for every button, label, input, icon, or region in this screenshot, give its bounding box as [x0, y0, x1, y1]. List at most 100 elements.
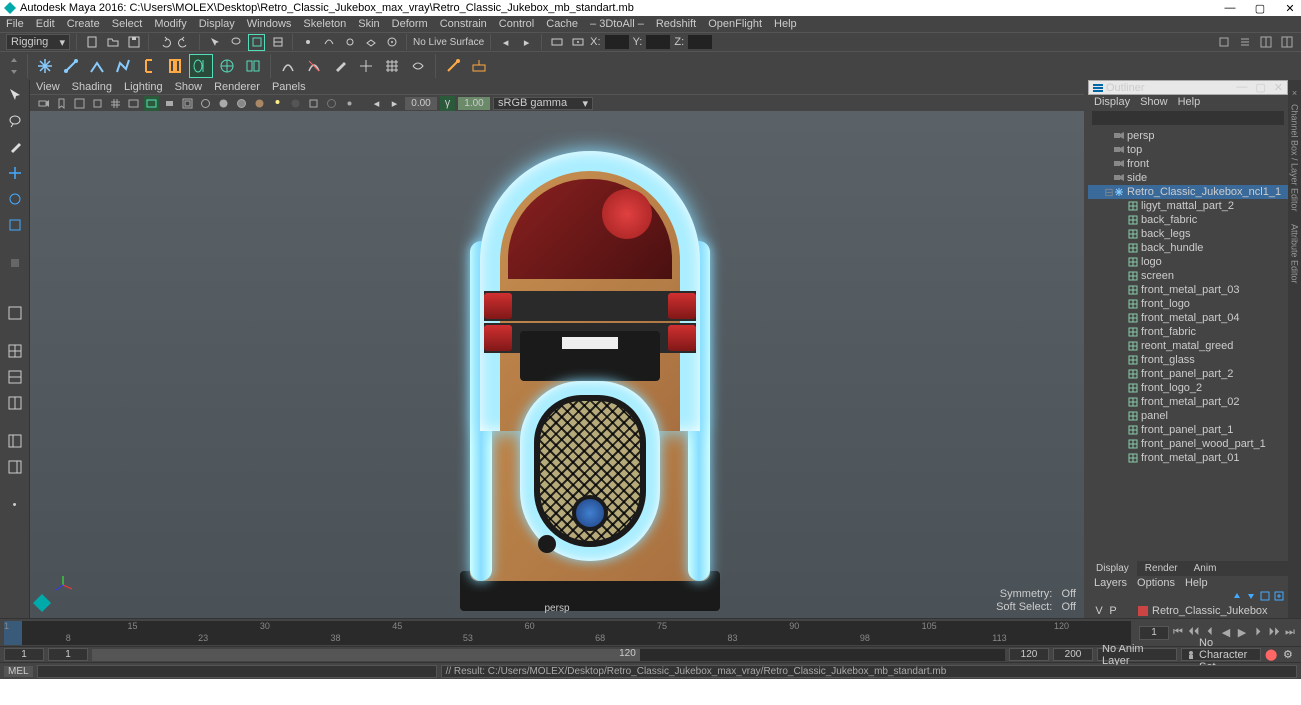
layer-vis-col[interactable]: V	[1092, 605, 1106, 617]
layer-tab-anim[interactable]: Anim	[1186, 561, 1225, 576]
vp-xray-icon[interactable]	[324, 96, 339, 111]
select-mode-icon[interactable]	[206, 34, 223, 51]
outliner-item[interactable]: front_logo_2	[1088, 381, 1288, 395]
outliner-item[interactable]: front_metal_part_01	[1088, 451, 1288, 465]
menu-windows[interactable]: Windows	[247, 18, 292, 30]
vp-expose-icon[interactable]: ◂	[369, 96, 384, 111]
outliner-item[interactable]: front_panel_part_1	[1088, 423, 1288, 437]
outliner-item[interactable]: top	[1088, 143, 1288, 157]
viewport-persp[interactable]: persp Symmetry: Off Soft Select: Off	[30, 111, 1084, 618]
command-input[interactable]	[37, 665, 437, 678]
outliner-item[interactable]: persp	[1088, 129, 1288, 143]
snap-grid-icon[interactable]	[299, 34, 316, 51]
layer-menu-help[interactable]: Help	[1185, 577, 1208, 589]
outliner-item[interactable]: front_metal_part_03	[1088, 283, 1288, 297]
vp-2d-icon[interactable]	[90, 96, 105, 111]
layer-menu-options[interactable]: Options	[1137, 577, 1175, 589]
outliner-menu-display[interactable]: Display	[1094, 96, 1130, 108]
open-scene-icon[interactable]	[104, 34, 121, 51]
outliner-titlebar[interactable]: Outliner —▢✕	[1088, 80, 1288, 95]
shelf-snowflake-icon[interactable]	[33, 54, 57, 78]
layer-menu-layers[interactable]: Layers	[1094, 577, 1127, 589]
range-end-outer-input[interactable]	[1053, 648, 1093, 661]
layer-play-col[interactable]: P	[1106, 605, 1120, 617]
layer-color-swatch[interactable]	[1138, 606, 1148, 616]
menu-edit[interactable]: Edit	[36, 18, 55, 30]
vp-xray-joints-icon[interactable]	[342, 96, 357, 111]
outliner-item[interactable]: front_glass	[1088, 353, 1288, 367]
redo-icon[interactable]	[176, 34, 193, 51]
layer-tab-render[interactable]: Render	[1137, 561, 1186, 576]
vp-exposure-input[interactable]	[405, 97, 437, 110]
shelf-constraint2-icon[interactable]	[467, 54, 491, 78]
vp-shaded-icon[interactable]	[216, 96, 231, 111]
vp-menu-shading[interactable]: Shading	[72, 81, 112, 93]
shelf-lattice-icon[interactable]	[380, 54, 404, 78]
snap-plane-icon[interactable]	[362, 34, 379, 51]
layout-2h-icon[interactable]	[4, 366, 26, 388]
current-frame-input[interactable]	[1139, 626, 1169, 640]
menu-help[interactable]: Help	[774, 18, 797, 30]
script-lang-label[interactable]: MEL	[4, 666, 33, 677]
vp-select-cam-icon[interactable]	[36, 96, 51, 111]
outliner-item[interactable]: front_logo	[1088, 297, 1288, 311]
snap-point-icon[interactable]	[341, 34, 358, 51]
outliner-item[interactable]: front_fabric	[1088, 325, 1288, 339]
vp-shadows-icon[interactable]	[288, 96, 303, 111]
history-on-icon[interactable]: ▸	[518, 34, 535, 51]
new-scene-icon[interactable]	[83, 34, 100, 51]
vp-res-gate-icon[interactable]	[144, 96, 159, 111]
vp-wire-shaded-icon[interactable]	[234, 96, 249, 111]
layer-move-up-icon[interactable]	[1232, 591, 1242, 601]
goto-end-icon[interactable]: ⏭	[1283, 626, 1297, 640]
panel-min-icon[interactable]: —	[1236, 81, 1247, 94]
vp-expose2-icon[interactable]: ▸	[387, 96, 402, 111]
menu-display[interactable]: Display	[199, 18, 235, 30]
vp-image-plane-icon[interactable]	[72, 96, 87, 111]
layout-custom1-icon[interactable]	[4, 430, 26, 452]
shelf-bind-icon[interactable]	[276, 54, 300, 78]
dock-tab-chbox[interactable]: Channel Box / Layer Editor	[1289, 98, 1301, 218]
rotate-tool-icon[interactable]	[4, 188, 26, 210]
outliner-item[interactable]: front_metal_part_02	[1088, 395, 1288, 409]
vp-colorspace-select[interactable]: sRGB gamma▾	[493, 97, 593, 110]
panel-close-icon[interactable]: ✕	[1274, 81, 1283, 94]
layout-2v-icon[interactable]	[4, 392, 26, 414]
shelf-mirror-weights-icon[interactable]	[354, 54, 378, 78]
undo-icon[interactable]	[155, 34, 172, 51]
vp-menu-panels[interactable]: Panels	[272, 81, 306, 93]
modeling-toolkit-icon[interactable]	[1215, 34, 1232, 51]
outliner-item[interactable]: ligyt_mattal_part_2	[1088, 199, 1288, 213]
range-start-outer-input[interactable]	[4, 648, 44, 661]
menu-create[interactable]: Create	[67, 18, 100, 30]
prefs-icon[interactable]: ⚙	[1283, 648, 1297, 662]
menu-control[interactable]: Control	[499, 18, 534, 30]
outliner-menu-show[interactable]: Show	[1140, 96, 1168, 108]
shelf-paint-icon[interactable]	[328, 54, 352, 78]
layer-tab-display[interactable]: Display	[1088, 561, 1137, 576]
layer-name[interactable]: Retro_Classic_Jukebox	[1152, 605, 1268, 617]
vp-menu-lighting[interactable]: Lighting	[124, 81, 163, 93]
goto-start-icon[interactable]: ⏮	[1171, 626, 1185, 640]
dock-tab-attr[interactable]: Attribute Editor	[1289, 218, 1301, 290]
outliner-item[interactable]: panel	[1088, 409, 1288, 423]
outliner-tree[interactable]: persptopfrontside⊟Retro_Classic_Jukebox_…	[1088, 127, 1288, 555]
vp-gate-mask-icon[interactable]	[162, 96, 177, 111]
menu-cache[interactable]: Cache	[546, 18, 578, 30]
outliner-item[interactable]: back_legs	[1088, 227, 1288, 241]
character-set-select[interactable]: No Character Set	[1181, 648, 1261, 661]
shelf-ik-icon[interactable]	[85, 54, 109, 78]
outliner-menu-help[interactable]: Help	[1178, 96, 1201, 108]
time-slider-ruler[interactable]: 11530456075901051208233853688398113	[4, 621, 1131, 645]
vp-gamma-input[interactable]	[458, 97, 490, 110]
outliner-item[interactable]: side	[1088, 171, 1288, 185]
select-hierarchy-icon[interactable]	[269, 34, 286, 51]
outliner-item[interactable]: back_hundle	[1088, 241, 1288, 255]
outliner-item[interactable]: reont_matal_greed	[1088, 339, 1288, 353]
channel-box-icon[interactable]	[1278, 34, 1295, 51]
attribute-editor-icon[interactable]	[1236, 34, 1253, 51]
outliner-item[interactable]: back_fabric	[1088, 213, 1288, 227]
outliner-item[interactable]: screen	[1088, 269, 1288, 283]
menu-constrain[interactable]: Constrain	[440, 18, 487, 30]
history-off-icon[interactable]: ◂	[497, 34, 514, 51]
